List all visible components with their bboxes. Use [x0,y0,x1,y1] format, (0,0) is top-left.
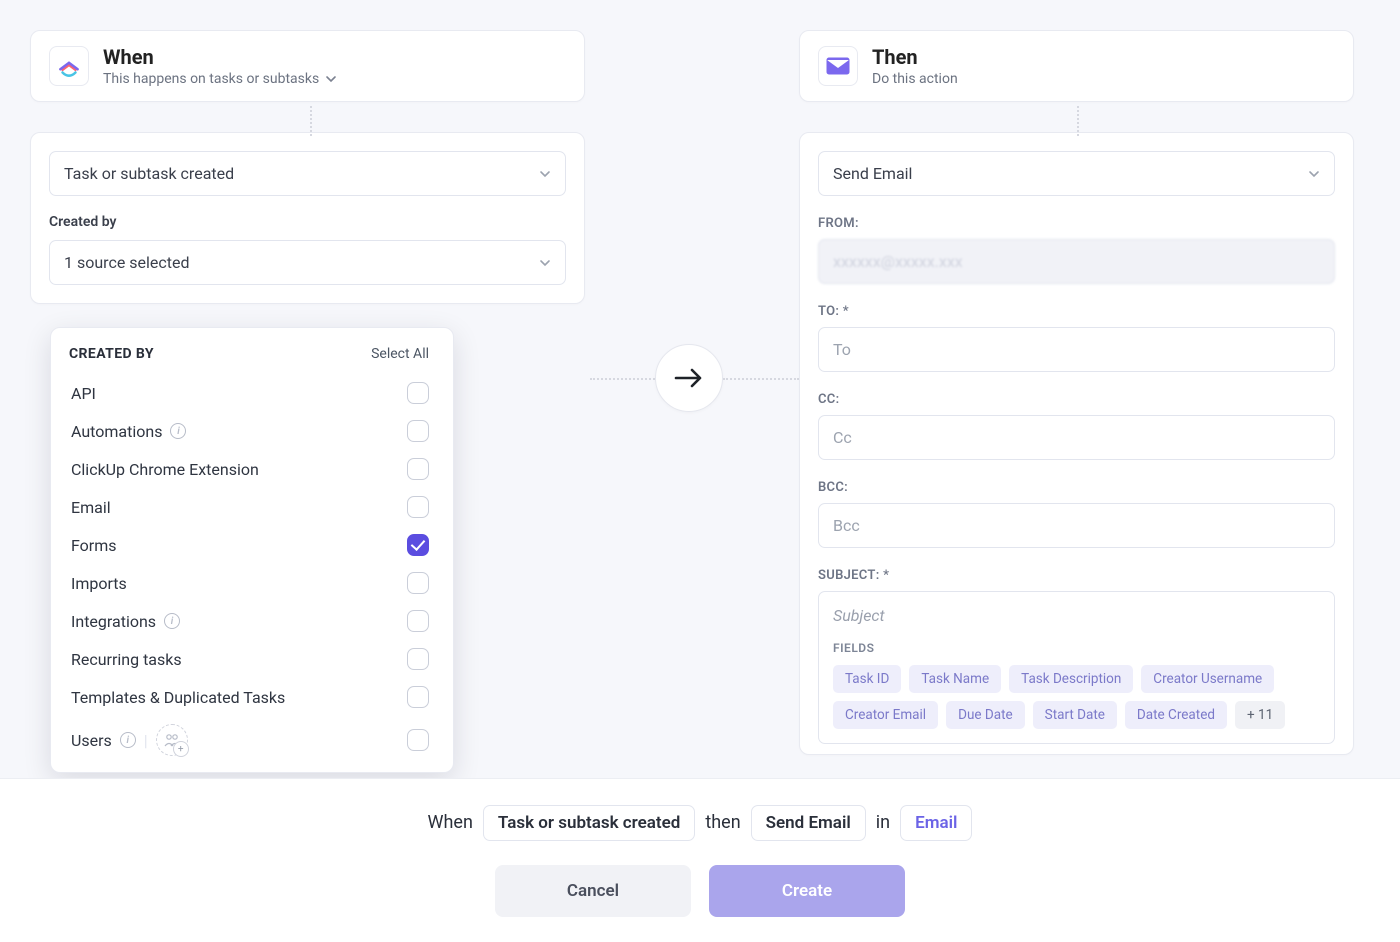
created-by-popover: CREATED BY Select All API Automationsi Cli… [50,327,454,773]
option-checkbox[interactable] [407,496,429,518]
option-checkbox[interactable] [407,382,429,404]
created-by-option[interactable]: Automationsi [69,412,447,450]
info-icon: i [120,732,136,748]
summary-when: When [428,812,473,833]
summary-trigger-token[interactable]: Task or subtask created [483,805,695,841]
fields-heading: FIELDS [833,641,1320,655]
option-label: API [71,384,96,403]
option-label: Imports [71,574,127,593]
created-by-option[interactable]: Imports [69,564,447,602]
from-input[interactable]: xxxxxx@xxxxx.xxx [818,239,1335,284]
arrow-right-icon [672,366,706,390]
created-by-option[interactable]: Recurring tasks [69,640,447,678]
created-by-option[interactable]: Templates & Duplicated Tasks [69,678,447,716]
from-label: FROM: [818,216,1335,231]
created-by-select-label: 1 source selected [64,253,190,272]
automation-summary: When Task or subtask created then Send E… [428,805,973,841]
created-by-option[interactable]: Email [69,488,447,526]
created-by-label: Created by [49,214,566,230]
when-subtitle: This happens on tasks or subtasks [103,71,319,87]
option-label: Recurring tasks [71,650,182,669]
action-select-label: Send Email [833,164,912,183]
option-label: Email [71,498,111,517]
field-chip[interactable]: Due Date [946,701,1025,729]
cancel-button[interactable]: Cancel [495,865,691,917]
to-input[interactable]: To [818,327,1335,372]
bcc-label: BCC: [818,480,1335,495]
field-chip[interactable]: Task Description [1009,665,1133,693]
connector-line [1077,106,1079,136]
add-users-icon[interactable] [156,724,188,756]
clickup-logo-icon [49,46,89,86]
info-icon: i [170,423,186,439]
bcc-input[interactable]: Bcc [818,503,1335,548]
field-chip-more[interactable]: + 11 [1235,701,1285,729]
trigger-select[interactable]: Task or subtask created [49,151,566,196]
to-label: TO: * [818,304,1335,319]
popover-title: CREATED BY [69,346,154,362]
connector-line [723,378,799,380]
created-by-select[interactable]: 1 source selected [49,240,566,285]
option-checkbox[interactable] [407,420,429,442]
field-chip[interactable]: Task ID [833,665,901,693]
then-subtitle: Do this action [872,71,958,87]
option-checkbox[interactable] [407,458,429,480]
option-checkbox[interactable] [407,686,429,708]
summary-in: in [876,812,890,833]
summary-location-token[interactable]: Email [900,805,972,841]
chevron-down-icon [1308,168,1320,180]
option-label: Forms [71,536,117,555]
email-icon [818,46,858,86]
when-config-card: Task or subtask created Created by 1 sou… [30,132,585,304]
then-title: Then [872,45,958,69]
arrow-circle [655,344,723,412]
then-header: Then Do this action [799,30,1354,102]
action-select[interactable]: Send Email [818,151,1335,196]
cc-label: CC: [818,392,1335,407]
subject-label: SUBJECT: * [818,568,1335,583]
field-chip[interactable]: Creator Email [833,701,938,729]
field-chip[interactable]: Date Created [1125,701,1227,729]
connector-line [310,106,312,136]
summary-action-token[interactable]: Send Email [751,805,866,841]
when-subtitle-row[interactable]: This happens on tasks or subtasks [103,71,337,87]
select-all-button[interactable]: Select All [371,346,429,362]
cc-input[interactable]: Cc [818,415,1335,460]
option-checkbox[interactable] [407,648,429,670]
option-label: ClickUp Chrome Extension [71,460,259,479]
info-icon: i [164,613,180,629]
chevron-down-icon [539,168,551,180]
option-checkbox[interactable] [407,610,429,632]
field-chips: Task ID Task Name Task Description Creator … [833,665,1320,729]
option-label: Templates & Duplicated Tasks [71,688,285,707]
summary-then: then [705,812,740,833]
created-by-option[interactable]: Usersi| [69,716,447,764]
created-by-option[interactable]: API [69,374,447,412]
option-checkbox[interactable] [407,534,429,556]
created-by-option[interactable]: Integrationsi [69,602,447,640]
field-chip[interactable]: Task Name [909,665,1001,693]
field-chip[interactable]: Creator Username [1141,665,1274,693]
chevron-down-icon [325,73,337,85]
subject-box[interactable]: Subject FIELDS Task ID Task Name Task Desc… [818,591,1335,744]
option-checkbox[interactable] [407,572,429,594]
connector-line [590,378,655,380]
field-chip[interactable]: Start Date [1033,701,1117,729]
subject-placeholder: Subject [833,606,1320,625]
created-by-option[interactable]: Forms [69,526,447,564]
when-header: When This happens on tasks or subtasks [30,30,585,102]
option-label: Integrationsi [71,612,180,631]
trigger-select-label: Task or subtask created [64,164,234,183]
chevron-down-icon [539,257,551,269]
created-by-option[interactable]: ClickUp Chrome Extension [69,450,447,488]
when-title: When [103,45,337,69]
create-button[interactable]: Create [709,865,905,917]
option-label: Automationsi [71,422,186,441]
then-config-card: Send Email FROM: xxxxxx@xxxxx.xxx TO: * … [799,132,1354,755]
option-label: Usersi| [71,724,188,756]
footer-bar: When Task or subtask created then Send E… [0,778,1400,942]
option-checkbox[interactable] [407,729,429,751]
